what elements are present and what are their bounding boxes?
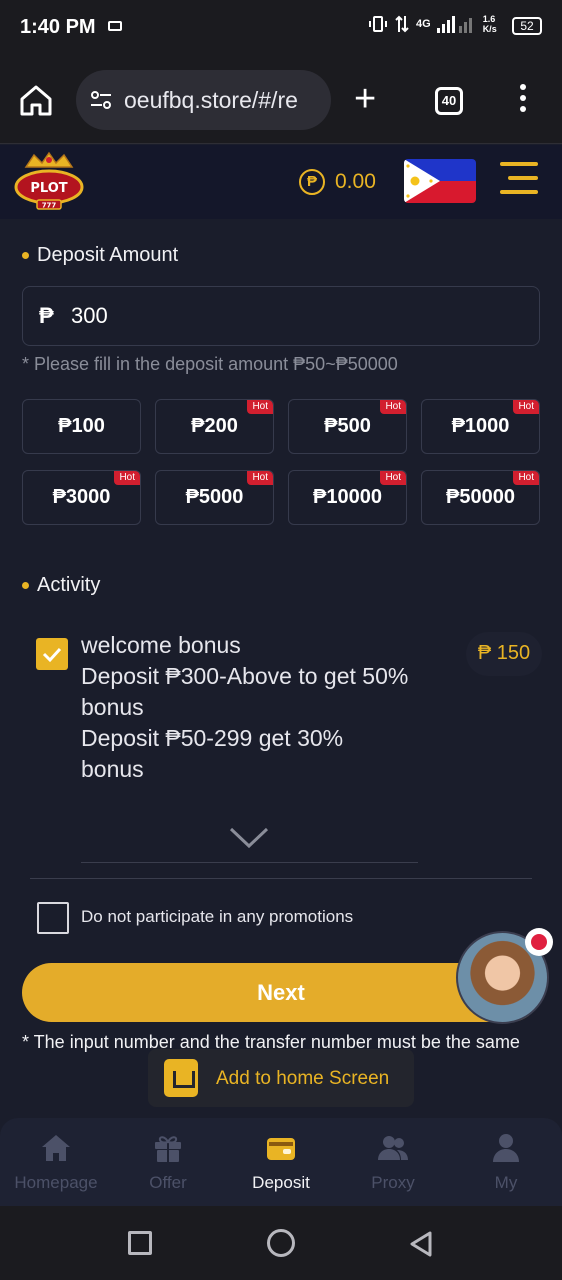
signal-bars-icon <box>436 16 472 33</box>
peso-coin-icon: ₱ <box>299 169 325 195</box>
bonus-amount-badge: ₱ 150 <box>466 632 542 676</box>
recents-button[interactable] <box>128 1231 152 1255</box>
battery-icon: 52 <box>512 17 542 35</box>
amount-options: ₱100 ₱200 Hot ₱500 Hot ₱1000 Hot ₱3000 Hot ₱… <box>22 399 540 525</box>
tab-homepage[interactable]: Homepage <box>0 1118 112 1206</box>
divider <box>30 878 532 879</box>
data-arrows-icon <box>395 15 409 33</box>
new-tab-button[interactable]: + <box>354 80 376 118</box>
svg-text:777: 777 <box>42 202 57 210</box>
network-type: 4G <box>416 18 431 30</box>
no-promotion-label[interactable]: Do not participate in any promotions <box>81 907 353 927</box>
site-settings-icon[interactable] <box>90 90 112 110</box>
tab-switcher-button[interactable]: 40 <box>435 87 463 115</box>
more-menu-icon[interactable] <box>520 84 528 117</box>
amount-option-100[interactable]: ₱100 <box>22 399 141 454</box>
deposit-amount-value: 300 <box>71 303 108 328</box>
browser-toolbar: oeufbq.store/#/re + 40 <box>0 56 562 144</box>
welcome-bonus-checkbox[interactable] <box>36 638 68 670</box>
bonus-rule-2: Deposit ₱50-299 get 30% bonus <box>81 725 344 782</box>
hot-badge: Hot <box>247 471 273 485</box>
philippines-flag-icon[interactable] <box>404 159 476 203</box>
wallet-icon <box>267 1138 295 1160</box>
add-to-home-toast[interactable]: Add to home Screen <box>148 1049 414 1107</box>
status-bar: 1:40 PM 4G 1.6 K/s 52 <box>0 0 562 56</box>
bonus-rule-1: Deposit ₱300-Above to get 50% bonus <box>81 663 409 720</box>
amount-option-5000[interactable]: ₱5000 Hot <box>155 470 274 525</box>
home-icon[interactable] <box>18 82 54 118</box>
no-promotion-checkbox[interactable] <box>37 902 69 934</box>
activity-title: Activity <box>37 574 101 596</box>
check-icon <box>42 647 62 663</box>
message-icon <box>108 21 122 31</box>
hot-badge: Hot <box>114 471 140 485</box>
vibrate-icon <box>369 16 387 32</box>
signal-icons: 4G 1.6 K/s <box>368 14 497 34</box>
bonus-name: welcome bonus <box>81 632 241 658</box>
hot-badge: Hot <box>380 471 406 485</box>
home-icon <box>42 1135 70 1161</box>
users-icon <box>378 1136 408 1160</box>
divider <box>81 862 418 863</box>
bullet-dot <box>22 582 29 589</box>
user-icon <box>493 1134 519 1162</box>
app-header: PLOT 777 ₱ 0.00 <box>0 145 562 219</box>
activity-heading: Activity <box>22 574 100 597</box>
amount-option-1000[interactable]: ₱1000 Hot <box>421 399 540 454</box>
svg-text:PLOT: PLOT <box>30 181 67 196</box>
balance-display[interactable]: ₱ 0.00 <box>299 169 376 195</box>
amount-option-50000[interactable]: ₱50000 Hot <box>421 470 540 525</box>
home-nav-button[interactable] <box>267 1229 295 1257</box>
amount-option-10000[interactable]: ₱10000 Hot <box>288 470 407 525</box>
amount-option-500[interactable]: ₱500 Hot <box>288 399 407 454</box>
hot-badge: Hot <box>380 400 406 414</box>
live-indicator-icon <box>525 928 553 956</box>
status-time: 1:40 PM <box>20 16 96 38</box>
hot-badge: Hot <box>513 471 539 485</box>
plot777-logo[interactable]: PLOT 777 <box>14 151 84 213</box>
net-speed: 1.6 K/s <box>482 14 497 34</box>
amount-option-3000[interactable]: ₱3000 Hot <box>22 470 141 525</box>
deposit-range-hint: * Please fill in the deposit amount ₱50~… <box>22 354 398 374</box>
peso-symbol: ₱ <box>39 303 54 328</box>
hot-badge: Hot <box>513 400 539 414</box>
url-bar[interactable]: oeufbq.store/#/re <box>76 70 331 130</box>
hamburger-menu-icon[interactable] <box>500 162 538 198</box>
download-icon <box>164 1059 198 1097</box>
tab-deposit[interactable]: Deposit <box>225 1118 337 1206</box>
back-icon[interactable] <box>408 1230 434 1258</box>
amount-option-200[interactable]: ₱200 Hot <box>155 399 274 454</box>
hot-badge: Hot <box>247 400 273 414</box>
add-to-home-label: Add to home Screen <box>216 1068 390 1089</box>
url-text: oeufbq.store/#/re <box>124 87 298 113</box>
deposit-amount-title: Deposit Amount <box>37 244 179 266</box>
balance-value: 0.00 <box>335 170 376 193</box>
chevron-down-icon[interactable] <box>228 826 270 850</box>
tab-proxy[interactable]: Proxy <box>337 1118 449 1206</box>
deposit-amount-heading: Deposit Amount <box>22 244 178 267</box>
gift-icon <box>155 1136 181 1162</box>
welcome-bonus-description: welcome bonus Deposit ₱300-Above to get … <box>81 630 411 785</box>
tab-my[interactable]: My <box>450 1118 562 1206</box>
bottom-tab-bar: Homepage Offer Deposit Proxy My <box>0 1118 562 1206</box>
system-nav-bar <box>0 1206 562 1280</box>
bullet-dot <box>22 252 29 259</box>
deposit-amount-input[interactable]: ₱ 300 <box>22 286 540 346</box>
tab-offer[interactable]: Offer <box>112 1118 224 1206</box>
